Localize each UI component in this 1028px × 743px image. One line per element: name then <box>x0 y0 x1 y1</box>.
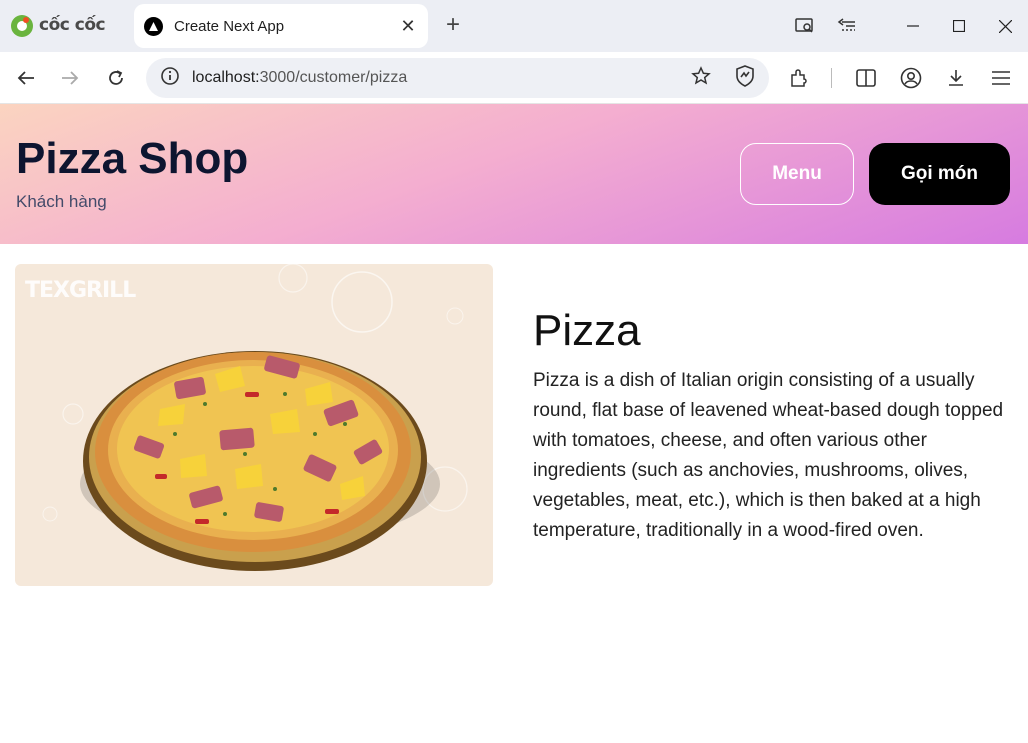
extensions-icon[interactable] <box>786 65 812 91</box>
browser-toolbar: localhost:3000/customer/pizza <box>0 52 1028 104</box>
shield-icon[interactable] <box>735 64 755 92</box>
page-header: Pizza Shop Khách hàng Menu Gọi món <box>0 104 1028 244</box>
close-window-icon[interactable] <box>982 0 1028 52</box>
bookmark-star-icon[interactable] <box>691 65 711 91</box>
hamburger-menu-icon[interactable] <box>988 65 1014 91</box>
url-text[interactable]: localhost:3000/customer/pizza <box>192 69 691 87</box>
nextjs-favicon-icon <box>144 16 163 36</box>
product-description: Pizza is a dish of Italian origin consis… <box>533 370 1004 541</box>
browser-titlebar: cốc cốc Create Next App ✕ + <box>0 0 1028 52</box>
page-title: Pizza Shop <box>16 134 249 183</box>
toolbar-divider <box>831 68 832 88</box>
coccoc-logo[interactable]: cốc cốc <box>9 12 106 38</box>
url-host: localhost: <box>192 69 260 86</box>
minimize-icon[interactable] <box>890 0 936 52</box>
product-name: Pizza <box>533 306 641 355</box>
menu-button[interactable]: Menu <box>740 143 854 205</box>
maximize-icon[interactable] <box>936 0 982 52</box>
coccoc-logo-icon <box>11 15 33 37</box>
brand-watermark-logo: TEXGRILL <box>25 278 136 303</box>
back-icon[interactable] <box>13 65 39 91</box>
tab-title: Create Next App <box>174 17 285 35</box>
page-subtitle: Khách hàng <box>16 192 107 211</box>
split-view-icon[interactable] <box>853 65 879 91</box>
toolbar-actions <box>786 65 1014 91</box>
forward-icon[interactable] <box>57 65 83 91</box>
order-button[interactable]: Gọi món <box>869 143 1010 205</box>
search-tabs-icon[interactable] <box>784 0 826 52</box>
tab-active[interactable]: Create Next App ✕ <box>134 4 428 48</box>
profile-icon[interactable] <box>898 65 924 91</box>
tab-list-icon[interactable] <box>826 0 868 52</box>
new-tab-icon[interactable]: + <box>442 12 464 38</box>
product-image: TEXGRILL <box>15 264 493 586</box>
close-tab-icon[interactable]: ✕ <box>398 16 418 37</box>
pizza-illustration <box>42 264 468 571</box>
reload-icon[interactable] <box>103 65 129 91</box>
window-controls <box>784 0 1028 52</box>
address-bar[interactable]: localhost:3000/customer/pizza <box>146 58 769 98</box>
download-icon[interactable] <box>943 65 969 91</box>
url-path: 3000/customer/pizza <box>259 69 408 86</box>
site-info-icon[interactable] <box>160 66 180 91</box>
brand-text: cốc cốc <box>39 15 106 35</box>
watermark-text: TEXGRILL <box>25 278 136 303</box>
